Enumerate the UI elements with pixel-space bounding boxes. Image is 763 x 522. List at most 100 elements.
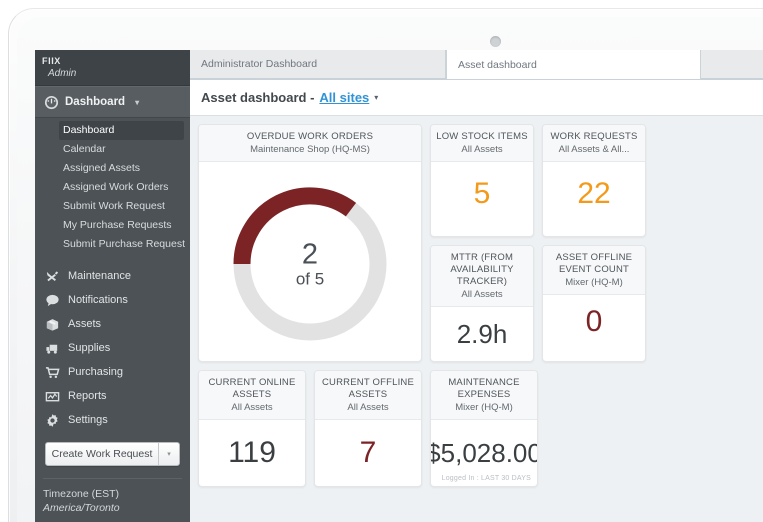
- donut-svg: [233, 186, 387, 340]
- timezone-value: America/Toronto: [43, 502, 120, 514]
- card-current-offline-assets[interactable]: CURRENT OFFLINE ASSETS All Assets 7: [314, 370, 422, 487]
- sidebar-item-dashboard-label: Dashboard: [65, 96, 126, 108]
- sidebar-subnav: Dashboard Calendar Assigned Assets Assig…: [35, 118, 190, 260]
- sidebar-subitem-my-purchase-requests[interactable]: My Purchase Requests: [35, 216, 190, 235]
- sidebar-subitem-submit-work-request[interactable]: Submit Work Request: [35, 197, 190, 216]
- card-title: WORK REQUESTS: [550, 131, 638, 142]
- truck-icon: [44, 340, 60, 356]
- create-work-request-wrap: Create Work Request ▾: [35, 432, 190, 466]
- sidebar-item-notifications[interactable]: Notifications: [35, 288, 190, 312]
- page-title-bar: Asset dashboard - All sites ▾: [190, 80, 763, 116]
- brand-user: Admin: [48, 68, 77, 79]
- brand-name: FIIX: [42, 56, 61, 66]
- card-mttr[interactable]: MTTR (FROM AVAILABILITY TRACKER) All Ass…: [430, 245, 534, 362]
- create-work-request-button[interactable]: Create Work Request ▾: [45, 442, 180, 466]
- card-current-online-assets[interactable]: CURRENT ONLINE ASSETS All Assets 119: [198, 370, 306, 487]
- card-body: 22: [543, 162, 645, 225]
- dashboard-cards-area: OVERDUE WORK ORDERS Maintenance Shop (HQ…: [190, 116, 763, 522]
- card-header: CURRENT ONLINE ASSETS All Assets: [199, 371, 305, 420]
- sidebar-subitem-calendar[interactable]: Calendar: [35, 140, 190, 159]
- tab-empty[interactable]: [701, 50, 763, 79]
- main-panel: Administrator Dashboard Asset dashboard …: [190, 50, 763, 522]
- card-subtitle: Maintenance Shop (HQ-MS): [250, 144, 370, 155]
- sidebar-subitem-assigned-assets[interactable]: Assigned Assets: [35, 159, 190, 178]
- card-footnote: Logged In : LAST 30 DAYS: [441, 475, 531, 482]
- card-metric-value: 22: [577, 176, 611, 210]
- sidebar-item-supplies-label: Supplies: [68, 342, 111, 354]
- card-body: 7: [315, 420, 421, 486]
- card-body: 2.9h: [431, 307, 533, 361]
- sidebar-item-reports[interactable]: Reports: [35, 384, 190, 408]
- sidebar-item-purchasing-label: Purchasing: [68, 366, 124, 378]
- sidebar-subitem-assigned-work-orders[interactable]: Assigned Work Orders: [35, 178, 190, 197]
- card-header: CURRENT OFFLINE ASSETS All Assets: [315, 371, 421, 420]
- sidebar-subitem-dashboard[interactable]: Dashboard: [59, 121, 184, 140]
- card-low-stock-items[interactable]: LOW STOCK ITEMS All Assets 5: [430, 124, 534, 237]
- sidebar-item-reports-label: Reports: [68, 390, 107, 402]
- card-overdue-work-orders[interactable]: OVERDUE WORK ORDERS Maintenance Shop (HQ…: [198, 124, 422, 362]
- timezone-block: Timezone (EST) America/Toronto: [35, 479, 190, 515]
- sidebar-item-settings-label: Settings: [68, 414, 108, 426]
- site-filter-link[interactable]: All sites: [319, 90, 369, 105]
- card-header: OVERDUE WORK ORDERS Maintenance Shop (HQ…: [199, 125, 421, 162]
- card-title: CURRENT ONLINE ASSETS: [208, 377, 296, 400]
- card-subtitle: All Assets: [461, 144, 503, 155]
- card-header: MTTR (FROM AVAILABILITY TRACKER) All Ass…: [431, 246, 533, 307]
- card-asset-offline-event-count[interactable]: ASSET OFFLINE EVENT COUNT Mixer (HQ-M) 0: [542, 245, 646, 362]
- create-work-request-dropdown-caret-icon[interactable]: ▾: [158, 443, 179, 465]
- chevron-down-icon: ▾: [135, 97, 140, 107]
- card-body: 2 of 5: [199, 162, 421, 361]
- speech-bubble-icon: [44, 292, 60, 308]
- card-subtitle: Mixer (HQ-M): [565, 277, 623, 288]
- card-metric-value: 5: [473, 176, 491, 210]
- card-header: ASSET OFFLINE EVENT COUNT Mixer (HQ-M): [543, 246, 645, 295]
- box-icon: [44, 316, 60, 332]
- shopping-cart-icon: [44, 364, 60, 380]
- app-screen: FIIX Admin Dashboard ▾ Dashboard Calenda…: [35, 50, 763, 522]
- card-metric-value: 119: [228, 436, 276, 469]
- card-title: CURRENT OFFLINE ASSETS: [321, 377, 415, 400]
- card-title: MAINTENANCE EXPENSES: [448, 377, 520, 400]
- sidebar: FIIX Admin Dashboard ▾ Dashboard Calenda…: [35, 50, 190, 522]
- tab-administrator-dashboard[interactable]: Administrator Dashboard: [190, 50, 446, 79]
- card-body: 0: [543, 295, 645, 349]
- sidebar-subitem-submit-purchase-request[interactable]: Submit Purchase Request: [35, 235, 190, 254]
- card-title: LOW STOCK ITEMS: [436, 131, 528, 142]
- card-title: ASSET OFFLINE EVENT COUNT: [555, 252, 633, 275]
- card-subtitle: All Assets: [347, 402, 389, 413]
- card-header: MAINTENANCE EXPENSES Mixer (HQ-M): [431, 371, 537, 420]
- sidebar-item-dashboard[interactable]: Dashboard ▾: [35, 86, 190, 118]
- card-body: 5: [431, 162, 533, 225]
- timezone-label: Timezone (EST): [43, 488, 120, 500]
- card-title: MTTR (FROM AVAILABILITY TRACKER): [450, 252, 514, 287]
- card-metric-value: 0: [585, 305, 603, 338]
- chart-icon: [44, 388, 60, 404]
- card-subtitle: Mixer (HQ-M): [455, 402, 513, 413]
- sidebar-item-notifications-label: Notifications: [68, 294, 128, 306]
- sidebar-item-purchasing[interactable]: Purchasing: [35, 360, 190, 384]
- card-title: OVERDUE WORK ORDERS: [246, 131, 374, 142]
- create-work-request-label: Create Work Request: [51, 448, 153, 460]
- card-subtitle: All Assets: [461, 289, 503, 300]
- card-metric-value: $5,028.00: [430, 438, 538, 468]
- screenshot-root: FIIX Admin Dashboard ▾ Dashboard Calenda…: [0, 0, 763, 522]
- tab-asset-dashboard[interactable]: Asset dashboard: [446, 50, 701, 79]
- card-work-requests[interactable]: WORK REQUESTS All Assets & All... 22: [542, 124, 646, 237]
- sidebar-item-assets-label: Assets: [68, 318, 102, 330]
- donut-chart: 2 of 5: [225, 162, 395, 361]
- sidebar-item-supplies[interactable]: Supplies: [35, 336, 190, 360]
- sidebar-item-assets[interactable]: Assets: [35, 312, 190, 336]
- card-metric-value: 2.9h: [456, 319, 508, 349]
- brand-block: FIIX Admin: [35, 50, 190, 86]
- gear-icon: [44, 412, 60, 428]
- chevron-down-icon[interactable]: ▾: [374, 93, 378, 102]
- card-header: WORK REQUESTS All Assets & All...: [543, 125, 645, 162]
- camera-dot-icon: [490, 36, 501, 47]
- sidebar-main-nav: Maintenance Notifications Assets Supplie…: [35, 260, 190, 432]
- card-subtitle: All Assets: [231, 402, 273, 413]
- card-subtitle: All Assets & All...: [558, 144, 630, 155]
- page-title: Asset dashboard -: [201, 90, 315, 105]
- card-maintenance-expenses[interactable]: MAINTENANCE EXPENSES Mixer (HQ-M) $5,028…: [430, 370, 538, 487]
- sidebar-item-maintenance[interactable]: Maintenance: [35, 264, 190, 288]
- sidebar-item-settings[interactable]: Settings: [35, 408, 190, 432]
